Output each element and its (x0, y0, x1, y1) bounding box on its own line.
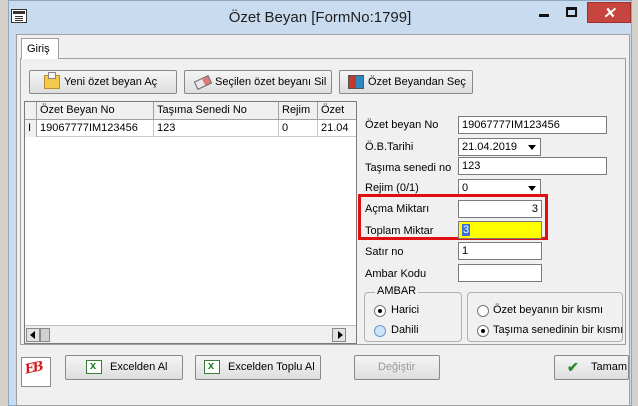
new-ozet-beyan-button[interactable]: Yeni özet beyan Aç (29, 70, 177, 94)
cell-rejim[interactable]: 0 (279, 120, 318, 137)
rejim-label: Rejim (0/1) (365, 182, 419, 194)
checkmark-icon: ✔ (567, 359, 579, 375)
minimize-button[interactable] (531, 2, 557, 23)
cell-ozet[interactable]: 21.04 (318, 120, 356, 137)
satir-no-field[interactable]: 1 (458, 242, 542, 260)
book-icon (348, 75, 364, 89)
rejim-value: 0 (462, 182, 469, 194)
toplam-miktar-field[interactable]: 3 (458, 221, 542, 239)
degistir-label: Değiştir (378, 361, 416, 373)
maximize-icon (566, 7, 577, 17)
app-logo: EB (21, 357, 51, 387)
ozet-beyan-window: Özet Beyan [FormNo:1799] ✕ Giriş Yeni öz… (8, 0, 632, 406)
toplam-miktar-label: Toplam Miktar (365, 225, 434, 237)
table-row[interactable]: I 19067777IM123456 123 0 21.04 (25, 120, 356, 137)
row-indicator: I (25, 120, 37, 137)
close-button[interactable]: ✕ (587, 2, 631, 23)
ob-tarihi-label: Ö.B.Tarihi (365, 141, 414, 153)
grid-header: Özet Beyan No Taşıma Senedi No Rejim Öze… (25, 102, 356, 120)
scroll-thumb[interactable] (40, 328, 50, 342)
excelden-toplu-al-button[interactable]: Excelden Toplu Al (195, 355, 321, 380)
radio-dahili[interactable] (374, 325, 386, 337)
select-ozet-beyan-label: Özet Beyandan Seç (368, 76, 466, 88)
radio-harici[interactable] (374, 305, 386, 317)
ambar-kodu-label: Ambar Kodu (365, 268, 427, 280)
excelden-toplu-al-label: Excelden Toplu Al (228, 361, 315, 373)
radio-ozet-beyan-kismi-label[interactable]: Özet beyanın bir kısmı (493, 304, 603, 316)
select-ozet-beyan-button[interactable]: Özet Beyandan Seç (339, 70, 473, 94)
arrow-right-icon (338, 331, 343, 339)
acma-miktari-field[interactable]: 3 (458, 200, 542, 218)
column-header-rejim[interactable]: Rejim (279, 102, 318, 120)
excel-icon (86, 360, 102, 374)
scroll-right-button[interactable] (332, 328, 346, 342)
toplam-miktar-value: 3 (462, 224, 471, 236)
tasima-senedi-no-label: Taşıma senedi no (365, 162, 452, 174)
excelden-al-label: Excelden Al (110, 361, 168, 373)
desktop-background-right (632, 0, 638, 406)
ob-tarihi-value: 21.04.2019 (462, 141, 518, 153)
tamam-label: Tamam (591, 361, 628, 373)
ambar-groupbox: AMBAR Harici Dahili (364, 285, 462, 342)
radio-dahili-label[interactable]: Dahili (391, 324, 419, 336)
scroll-left-button[interactable] (26, 328, 40, 342)
folder-open-icon (44, 72, 60, 89)
satir-no-label: Satır no (365, 246, 404, 258)
app-logo-mark: EB (23, 359, 44, 378)
column-header-tasima-senedi-no[interactable]: Taşıma Senedi No (154, 102, 279, 120)
tasima-senedi-no-field[interactable]: 123 (458, 157, 607, 175)
ozet-beyan-no-label: Özet beyan No (365, 119, 439, 131)
chevron-down-icon[interactable] (524, 140, 539, 154)
close-icon: ✕ (602, 5, 616, 22)
ob-tarihi-field[interactable]: 21.04.2019 (458, 138, 541, 156)
title-bar[interactable]: Özet Beyan [FormNo:1799] ✕ (9, 1, 631, 34)
footer-bar: EB Excelden Al Excelden Toplu Al Değişti… (17, 346, 629, 405)
ambar-group-title: AMBAR (375, 285, 419, 297)
new-ozet-beyan-label: Yeni özet beyan Aç (64, 76, 158, 88)
delete-ozet-beyan-button[interactable]: Seçilen özet beyanı Sil (184, 70, 332, 94)
chevron-down-icon[interactable] (524, 181, 539, 195)
radio-tasima-senedi-kismi[interactable] (477, 325, 489, 337)
maximize-button[interactable] (559, 2, 585, 23)
excel-icon (204, 360, 220, 374)
scope-groupbox: Özet beyanın bir kısmı Taşıma senedinin … (467, 292, 623, 342)
ambar-kodu-field[interactable] (458, 264, 542, 282)
degistir-button[interactable]: Değiştir (354, 355, 440, 380)
tab-giris-label: Giriş (27, 43, 50, 55)
ozet-beyan-no-field[interactable]: 19067777IM123456 (458, 116, 607, 134)
grid-corner (25, 102, 37, 120)
client-area: Giriş Yeni özet beyan Aç Seçilen özet be… (16, 34, 630, 406)
horizontal-scrollbar[interactable] (25, 325, 356, 343)
column-header-ozet-beyan-no[interactable]: Özet Beyan No (37, 102, 154, 120)
arrow-left-icon (30, 331, 35, 339)
excelden-al-button[interactable]: Excelden Al (65, 355, 183, 380)
delete-ozet-beyan-label: Seçilen özet beyanı Sil (215, 76, 327, 88)
tab-giris[interactable]: Giriş (21, 38, 59, 59)
radio-harici-label[interactable]: Harici (391, 304, 419, 316)
column-header-ozet[interactable]: Özet (318, 102, 356, 120)
ozet-beyan-grid[interactable]: Özet Beyan No Taşıma Senedi No Rejim Öze… (24, 101, 357, 344)
minimize-icon (539, 14, 549, 17)
cell-ozet-beyan-no[interactable]: 19067777IM123456 (37, 120, 154, 137)
radio-tasima-senedi-kismi-label[interactable]: Taşıma senedinin bir kısmı (493, 324, 623, 336)
eraser-icon (193, 75, 213, 90)
tamam-button[interactable]: ✔ Tamam (554, 355, 629, 380)
cell-tasima-senedi-no[interactable]: 123 (154, 120, 279, 137)
acma-miktari-label: Açma Miktarı (365, 203, 430, 215)
radio-ozet-beyan-kismi[interactable] (477, 305, 489, 317)
